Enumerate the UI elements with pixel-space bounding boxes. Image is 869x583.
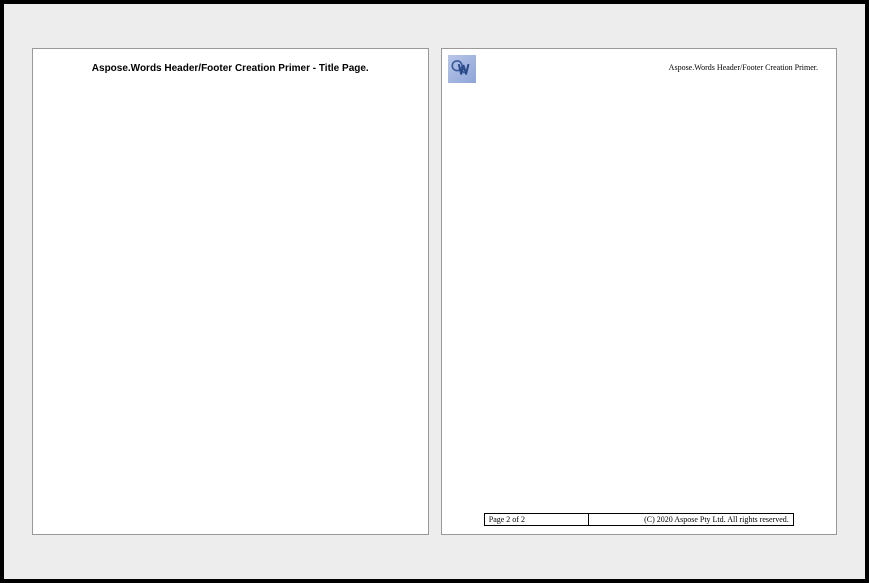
page-1-header-title: Aspose.Words Header/Footer Creation Prim…: [33, 49, 428, 74]
page-2-footer: Page 2 of 2 (C) 2020 Aspose Pty Ltd. All…: [442, 513, 837, 526]
page-2: Aspose.Words Header/Footer Creation Prim…: [441, 48, 838, 535]
footer-table: Page 2 of 2 (C) 2020 Aspose Pty Ltd. All…: [484, 513, 794, 526]
footer-copyright: (C) 2020 Aspose Pty Ltd. All rights rese…: [588, 514, 793, 526]
page-2-header: Aspose.Words Header/Footer Creation Prim…: [442, 49, 837, 83]
footer-page-info: Page 2 of 2: [484, 514, 588, 526]
document-canvas: Aspose.Words Header/Footer Creation Prim…: [4, 4, 865, 579]
page-1: Aspose.Words Header/Footer Creation Prim…: [32, 48, 429, 535]
word-document-icon: [448, 55, 476, 83]
page-2-header-title: Aspose.Words Header/Footer Creation Prim…: [669, 55, 830, 72]
